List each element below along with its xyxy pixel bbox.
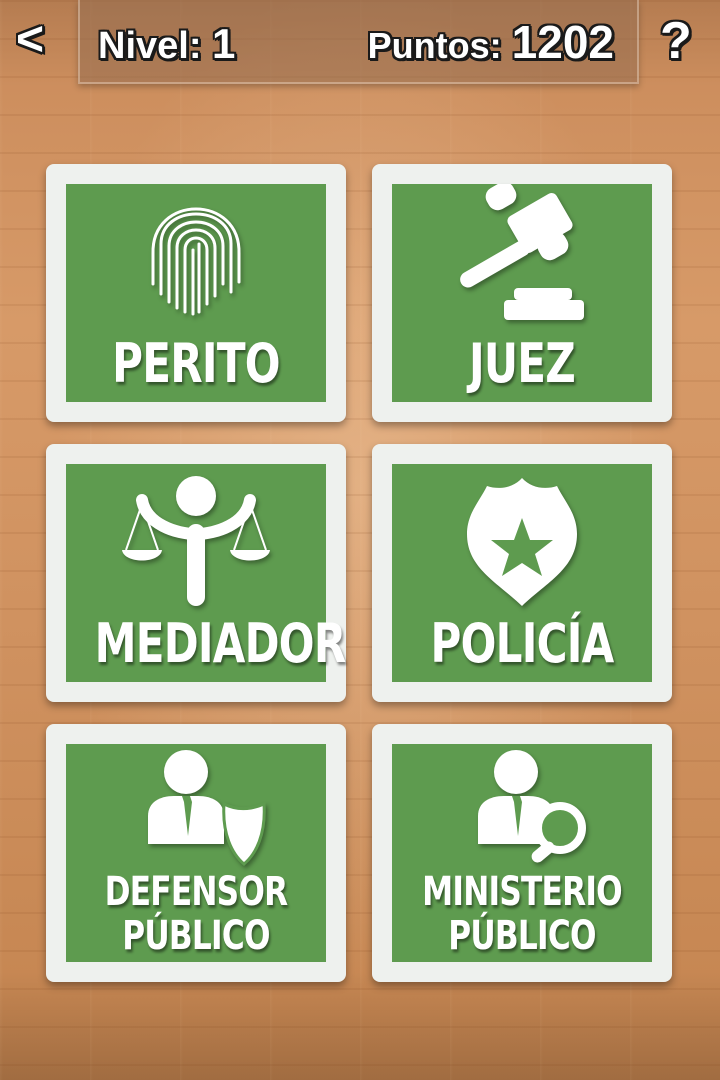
card-label-line1: MINISTERIO bbox=[422, 869, 623, 915]
card-ministerio-publico[interactable]: MINISTERIO PÚBLICO bbox=[372, 724, 672, 982]
card-policia[interactable]: POLICÍA bbox=[372, 444, 672, 702]
level-label: Nivel: bbox=[98, 25, 202, 67]
card-panel: PERITO bbox=[66, 184, 326, 402]
points-label: Puntos: bbox=[367, 25, 502, 66]
card-label-line1: DEFENSOR bbox=[104, 869, 289, 915]
help-button[interactable]: ? bbox=[660, 14, 692, 68]
fingerprint-icon bbox=[66, 184, 326, 334]
card-panel: POLICÍA bbox=[392, 464, 652, 682]
card-label: MINISTERIO PÚBLICO bbox=[421, 870, 624, 958]
card-label: PERITO bbox=[112, 332, 280, 395]
card-panel: MEDIADOR bbox=[66, 464, 347, 682]
scales-person-icon bbox=[66, 464, 326, 614]
card-label: DEFENSOR PÚBLICO bbox=[95, 870, 298, 958]
level-value: 1 bbox=[212, 20, 236, 67]
card-defensor-publico[interactable]: DEFENSOR PÚBLICO bbox=[46, 724, 346, 982]
card-label: MEDIADOR bbox=[94, 612, 347, 675]
points-indicator: Puntos: 1202 bbox=[368, 18, 614, 70]
card-label-line2: PÚBLICO bbox=[122, 913, 270, 959]
card-label: POLICÍA bbox=[430, 612, 615, 675]
level-indicator: Nivel: 1 bbox=[98, 22, 235, 68]
points-value: 1202 bbox=[511, 16, 614, 68]
card-label-line2: PÚBLICO bbox=[448, 913, 596, 959]
card-mediador[interactable]: MEDIADOR bbox=[46, 444, 346, 702]
gavel-icon bbox=[392, 184, 652, 334]
card-panel: MINISTERIO PÚBLICO bbox=[392, 744, 652, 962]
card-perito[interactable]: PERITO bbox=[46, 164, 346, 422]
back-button[interactable]: < bbox=[16, 16, 44, 64]
card-panel: DEFENSOR PÚBLICO bbox=[66, 744, 326, 962]
police-badge-icon bbox=[392, 464, 652, 614]
card-label: JUEZ bbox=[468, 332, 576, 395]
card-juez[interactable]: JUEZ bbox=[372, 164, 672, 422]
card-panel: JUEZ bbox=[392, 184, 652, 402]
